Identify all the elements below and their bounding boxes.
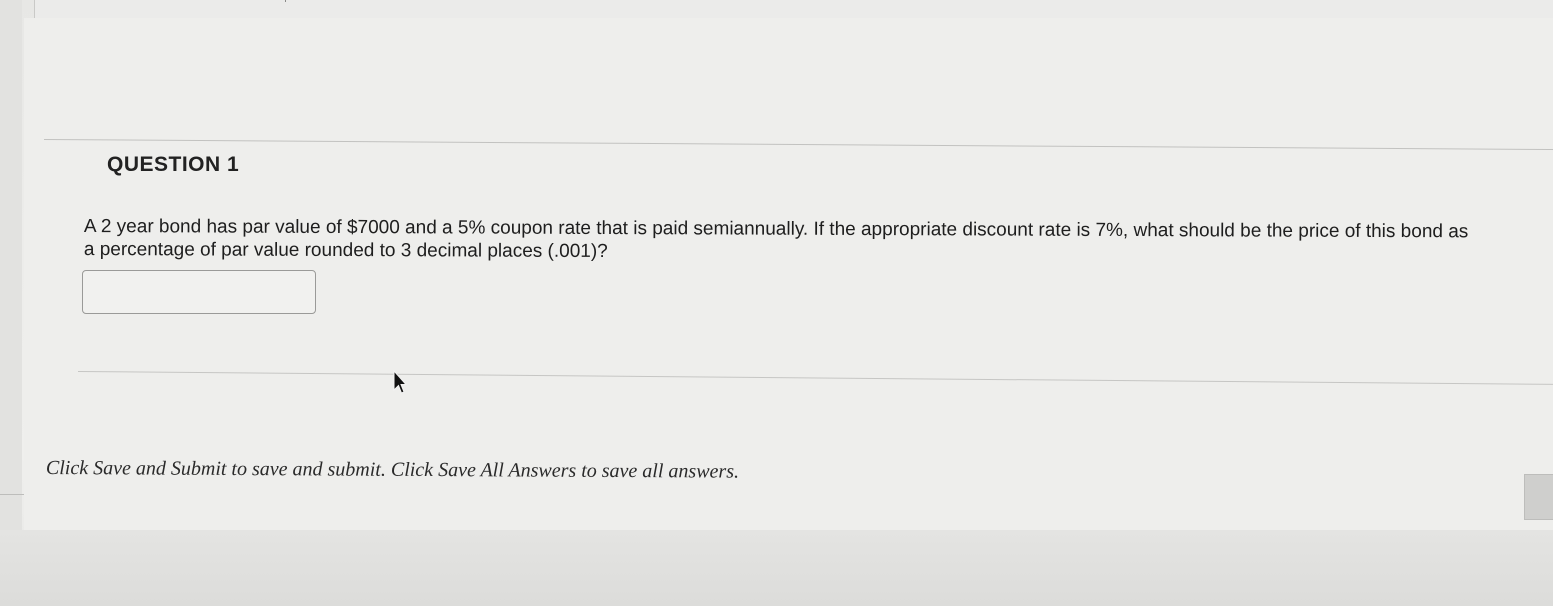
previous-section-panel [34,0,1553,19]
bottom-area [0,530,1553,606]
submit-instructions: Click Save and Submit to save and submit… [45,457,740,483]
question-title: QUESTION 1 [107,153,240,176]
answer-input[interactable] [82,270,316,314]
question-text: A 2 year bond has par value of $7000 and… [83,216,1469,263]
save-button-edge[interactable] [1524,474,1553,520]
mouse-pointer-icon [393,370,407,394]
panel-divider-tick [285,0,286,2]
left-margin-strip [0,0,22,606]
left-divider [0,494,24,495]
